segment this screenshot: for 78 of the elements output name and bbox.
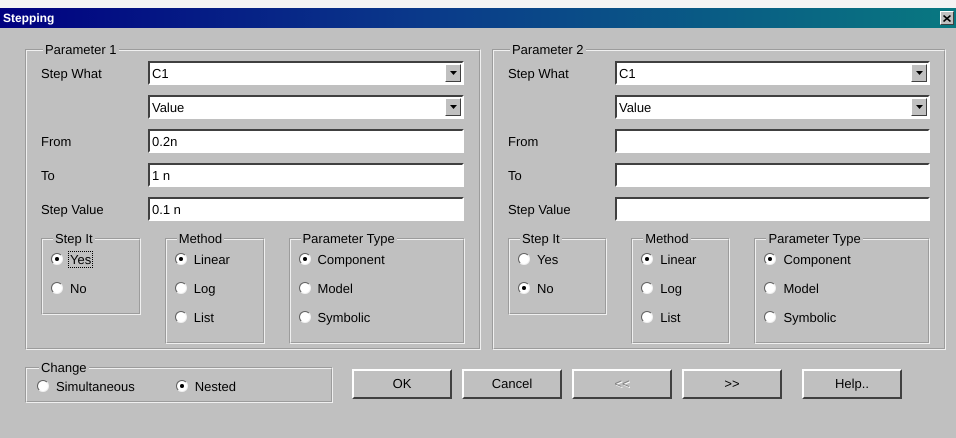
field-label: Step Value — [41, 202, 105, 216]
radio-label: No — [69, 280, 88, 296]
group-title: Step It — [521, 231, 561, 246]
radio-button[interactable] — [174, 282, 187, 294]
input-field[interactable] — [615, 129, 930, 153]
radio-button[interactable] — [641, 282, 654, 294]
input-field[interactable] — [615, 197, 930, 221]
radio-label: Model — [316, 280, 354, 296]
close-button[interactable] — [940, 11, 954, 25]
dropdown[interactable]: C1 — [615, 61, 930, 85]
group-title: Parameter 1 — [44, 42, 118, 57]
dialog-button[interactable]: Help.. — [802, 368, 902, 398]
radio-button[interactable] — [764, 253, 776, 265]
caret-icon — [450, 71, 456, 75]
radio-label: Component — [316, 252, 386, 266]
dropdown-arrow-button[interactable] — [445, 64, 461, 82]
radio-button[interactable] — [174, 253, 187, 265]
caret-icon — [916, 105, 922, 109]
group-title: Method — [178, 231, 224, 246]
radio-label: Nested — [194, 378, 237, 394]
radio-label: Model — [782, 280, 820, 296]
dropdown-arrow-button[interactable] — [445, 98, 461, 116]
radio-label: Yes — [536, 252, 560, 266]
group-title: Method — [644, 231, 690, 246]
radio-button[interactable] — [37, 380, 49, 392]
radio-button[interactable] — [176, 380, 188, 392]
field-label: Step What — [41, 66, 103, 80]
radio-button[interactable] — [51, 253, 63, 265]
radio-button[interactable] — [641, 253, 654, 265]
radio-button[interactable] — [764, 311, 776, 323]
field-label: From — [508, 134, 540, 148]
dialog-button[interactable]: >> — [682, 368, 782, 398]
radio-label: Log — [659, 280, 683, 296]
radio-label: List — [192, 310, 215, 324]
radio-button[interactable] — [298, 253, 310, 265]
dialog-button[interactable]: OK — [352, 368, 452, 398]
radio-label: List — [659, 310, 682, 324]
radio-label: Symbolic — [316, 310, 372, 324]
radio-button[interactable] — [518, 253, 530, 265]
input-field[interactable] — [615, 163, 930, 187]
dropdown[interactable]: Value — [615, 95, 930, 119]
radio-button[interactable] — [298, 311, 310, 323]
dropdown-arrow-button[interactable] — [911, 64, 927, 82]
radio-label: Linear — [192, 252, 231, 266]
group-title: Change — [40, 360, 88, 375]
field-label: To — [41, 168, 56, 182]
radio-label: Yes — [69, 252, 92, 266]
close-icon — [943, 14, 951, 22]
radio-label: Linear — [659, 252, 698, 266]
caret-icon — [450, 105, 456, 109]
group-title: Parameter Type — [767, 231, 862, 246]
radio-button[interactable] — [298, 282, 310, 294]
caret-icon — [916, 71, 922, 75]
input-field[interactable]: 0.2n — [148, 129, 464, 153]
input-field[interactable]: 0.1 n — [148, 197, 464, 221]
group-title: Step It — [54, 231, 94, 246]
field-label: To — [508, 168, 523, 182]
dropdown-arrow-button[interactable] — [911, 98, 927, 116]
group-title: Parameter Type — [302, 231, 396, 246]
radio-label: Simultaneous — [55, 378, 136, 394]
input-field[interactable]: 1 n — [148, 163, 464, 187]
radio-button[interactable] — [641, 311, 654, 323]
radio-button[interactable] — [518, 282, 530, 294]
radio-label: Log — [192, 280, 216, 296]
dialog-button[interactable]: Cancel — [462, 368, 562, 398]
field-label: Step Value — [508, 202, 572, 216]
radio-button[interactable] — [764, 282, 776, 294]
radio-button[interactable] — [174, 311, 187, 323]
radio-label: No — [536, 280, 555, 296]
radio-button[interactable] — [51, 282, 63, 294]
radio-label: Component — [782, 252, 852, 266]
radio-label: Symbolic — [782, 310, 838, 324]
dropdown[interactable]: Value — [148, 95, 464, 119]
window-title: Stepping — [3, 11, 54, 25]
dropdown[interactable]: C1 — [148, 61, 464, 85]
field-label: From — [41, 134, 72, 148]
field-label: Step What — [508, 66, 570, 80]
group-title: Parameter 2 — [511, 42, 585, 57]
